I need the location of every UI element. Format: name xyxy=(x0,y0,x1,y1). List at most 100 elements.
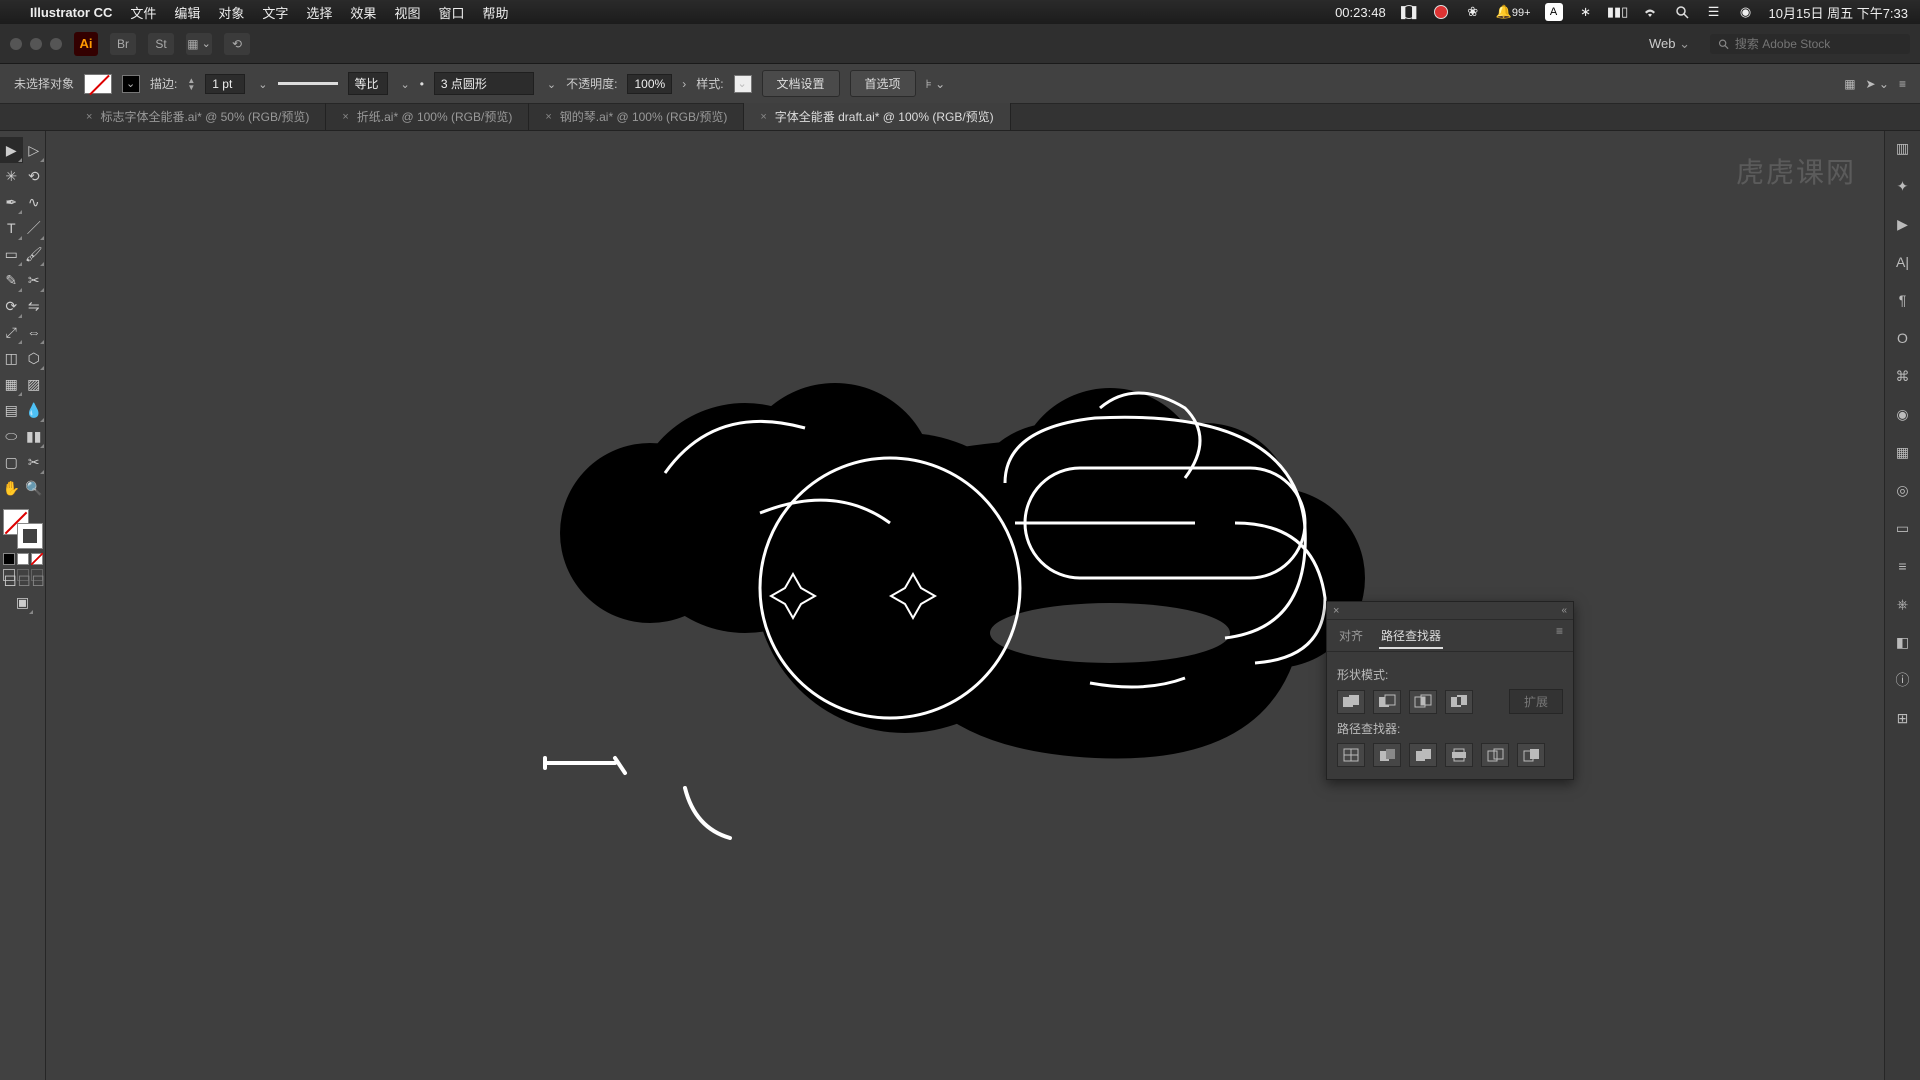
free-transform-tool[interactable]: ◫ xyxy=(0,345,23,371)
menubar-clock[interactable]: 10月15日 周五 下午7:33 xyxy=(1769,3,1908,22)
menu-edit[interactable]: 编辑 xyxy=(174,3,200,22)
pen-tool[interactable]: ✒ xyxy=(0,189,23,215)
adobe-stock-search-input[interactable] xyxy=(1735,37,1902,51)
artboard-tool[interactable]: ▢ xyxy=(0,449,23,475)
align-to-button[interactable]: ⊧ ⌄ xyxy=(926,77,946,91)
opentype-panel-icon[interactable]: O xyxy=(1892,327,1914,349)
hand-tool[interactable]: ✋ xyxy=(0,475,23,501)
scissors-tool[interactable]: ✂ xyxy=(23,267,46,293)
divide-button[interactable] xyxy=(1337,743,1365,767)
isolate-icon[interactable]: ➤ ⌄ xyxy=(1866,77,1889,91)
rectangle-tool[interactable]: ▭ xyxy=(0,241,23,267)
asset-export-panel-icon[interactable]: ⓘ xyxy=(1892,669,1914,691)
close-tab-icon[interactable]: × xyxy=(760,111,766,123)
panel-close-icon[interactable]: × xyxy=(1333,605,1339,617)
line-segment-tool[interactable]: ／ xyxy=(23,215,46,241)
menu-type[interactable]: 文字 xyxy=(262,3,288,22)
paragraph-panel-icon[interactable]: ¶ xyxy=(1892,289,1914,311)
align-tab[interactable]: 对齐 xyxy=(1337,624,1365,649)
brushes-panel-icon[interactable]: ⎈ xyxy=(1892,593,1914,615)
draw-behind-button[interactable]: ◻ xyxy=(17,569,29,581)
merge-button[interactable] xyxy=(1409,743,1437,767)
preferences-button[interactable]: 首选项 xyxy=(850,70,916,97)
battery-icon[interactable]: ▮▮▯ xyxy=(1609,3,1627,21)
align-panel-icon[interactable]: ⊞ xyxy=(1892,707,1914,729)
document-tab[interactable]: ×字体全能番 draft.ai* @ 100% (RGB/预览) xyxy=(744,103,1010,130)
record-icon[interactable] xyxy=(1432,3,1450,21)
blend-tool[interactable]: ⬭ xyxy=(0,423,23,449)
stroke-weight-stepper[interactable]: ▲▼ xyxy=(187,77,195,91)
spotlight-icon[interactable] xyxy=(1673,3,1691,21)
opacity-field[interactable]: 100% xyxy=(627,74,672,94)
bluetooth-icon[interactable]: ∗ xyxy=(1577,3,1595,21)
pathfinder-tab[interactable]: 路径查找器 xyxy=(1379,624,1443,649)
intersect-button[interactable] xyxy=(1409,690,1437,714)
stock-icon[interactable]: St xyxy=(148,33,174,55)
curvature-tool[interactable]: ∿ xyxy=(23,189,46,215)
unite-button[interactable] xyxy=(1337,690,1365,714)
menu-object[interactable]: 对象 xyxy=(218,3,244,22)
screen-mode-button[interactable]: ▣ xyxy=(11,589,34,615)
crop-button[interactable] xyxy=(1445,743,1473,767)
column-graph-tool[interactable]: ▮▮ xyxy=(23,423,46,449)
shape-builder-tool[interactable]: ⬡ xyxy=(23,345,46,371)
stroke-indicator[interactable] xyxy=(17,523,43,549)
outline-button[interactable] xyxy=(1481,743,1509,767)
color-guide-panel-icon[interactable]: ◎ xyxy=(1892,479,1914,501)
adobe-stock-search[interactable] xyxy=(1710,34,1910,54)
menu-window[interactable]: 窗口 xyxy=(438,3,464,22)
zoom-tool[interactable]: 🔍 xyxy=(23,475,46,501)
eyedropper-tool[interactable]: 💧 xyxy=(23,397,46,423)
slice-tool[interactable]: ✂ xyxy=(23,449,46,475)
links-panel-icon[interactable]: ⌘ xyxy=(1892,365,1914,387)
stroke-weight-field[interactable]: 1 pt xyxy=(205,74,245,94)
bridge-icon[interactable]: Br xyxy=(110,33,136,55)
brush-definition-dropdown[interactable] xyxy=(544,77,556,91)
color-mode-button[interactable] xyxy=(3,553,15,565)
opacity-dropdown[interactable]: › xyxy=(682,77,686,91)
app-name[interactable]: Illustrator CC xyxy=(30,5,112,20)
stroke-swatch[interactable] xyxy=(122,75,140,93)
document-tab[interactable]: ×标志字体全能番.ai* @ 50% (RGB/预览) xyxy=(70,103,326,130)
brush-definition-field[interactable]: 3 点圆形 xyxy=(434,72,534,95)
magic-wand-tool[interactable]: ✳ xyxy=(0,163,23,189)
stroke-weight-dropdown[interactable] xyxy=(255,77,267,91)
scale-tool[interactable]: ⤢ xyxy=(0,319,23,345)
window-traffic-lights[interactable] xyxy=(10,38,62,50)
control-center-icon[interactable]: ☰ xyxy=(1705,3,1723,21)
appearance-panel-icon[interactable]: ◉ xyxy=(1892,403,1914,425)
type-tool[interactable]: T xyxy=(0,215,23,241)
stroke-profile-field[interactable]: 等比 xyxy=(348,72,388,95)
close-tab-icon[interactable]: × xyxy=(342,111,348,123)
trim-button[interactable] xyxy=(1373,743,1401,767)
draw-normal-button[interactable]: ◻ xyxy=(3,569,15,581)
symbols-panel-icon[interactable]: ▭ xyxy=(1892,517,1914,539)
fill-stroke-indicator[interactable] xyxy=(3,509,43,549)
direct-selection-tool[interactable]: ▷ xyxy=(23,137,46,163)
gradient-mode-button[interactable] xyxy=(17,553,29,565)
menu-file[interactable]: 文件 xyxy=(130,3,156,22)
selection-tool[interactable]: ▶ xyxy=(0,137,23,163)
reflect-tool[interactable]: ⇋ xyxy=(23,293,46,319)
properties-panel-icon[interactable]: ▥ xyxy=(1892,137,1914,159)
draw-inside-button[interactable]: ◻ xyxy=(31,569,43,581)
panel-collapse-icon[interactable]: « xyxy=(1561,605,1567,616)
shaper-tool[interactable]: ✎ xyxy=(0,267,23,293)
rotate-tool[interactable]: ⟳ xyxy=(0,293,23,319)
stroke-panel-icon[interactable]: ≡ xyxy=(1892,555,1914,577)
menu-select[interactable]: 选择 xyxy=(306,3,332,22)
mesh-tool[interactable]: ▨ xyxy=(23,371,46,397)
width-tool[interactable]: ⇔ xyxy=(23,319,46,345)
input-source-icon[interactable]: A xyxy=(1545,3,1563,21)
canvas[interactable]: 虎虎课网 ➤ xyxy=(46,131,1884,1080)
panel-menu-icon[interactable]: ≡ xyxy=(1556,624,1563,649)
paintbrush-tool[interactable]: 🖌 xyxy=(23,241,46,267)
notifications-icon[interactable]: 🔔99+ xyxy=(1496,4,1531,20)
perspective-grid-tool[interactable]: ▦ xyxy=(0,371,23,397)
libraries-panel-icon[interactable]: ✦ xyxy=(1892,175,1914,197)
arrange-documents-button[interactable]: ▦ xyxy=(186,33,212,55)
workspace-switcher[interactable]: Web xyxy=(1641,34,1698,54)
minus-back-button[interactable] xyxy=(1517,743,1545,767)
close-tab-icon[interactable]: × xyxy=(545,111,551,123)
menu-view[interactable]: 视图 xyxy=(394,3,420,22)
